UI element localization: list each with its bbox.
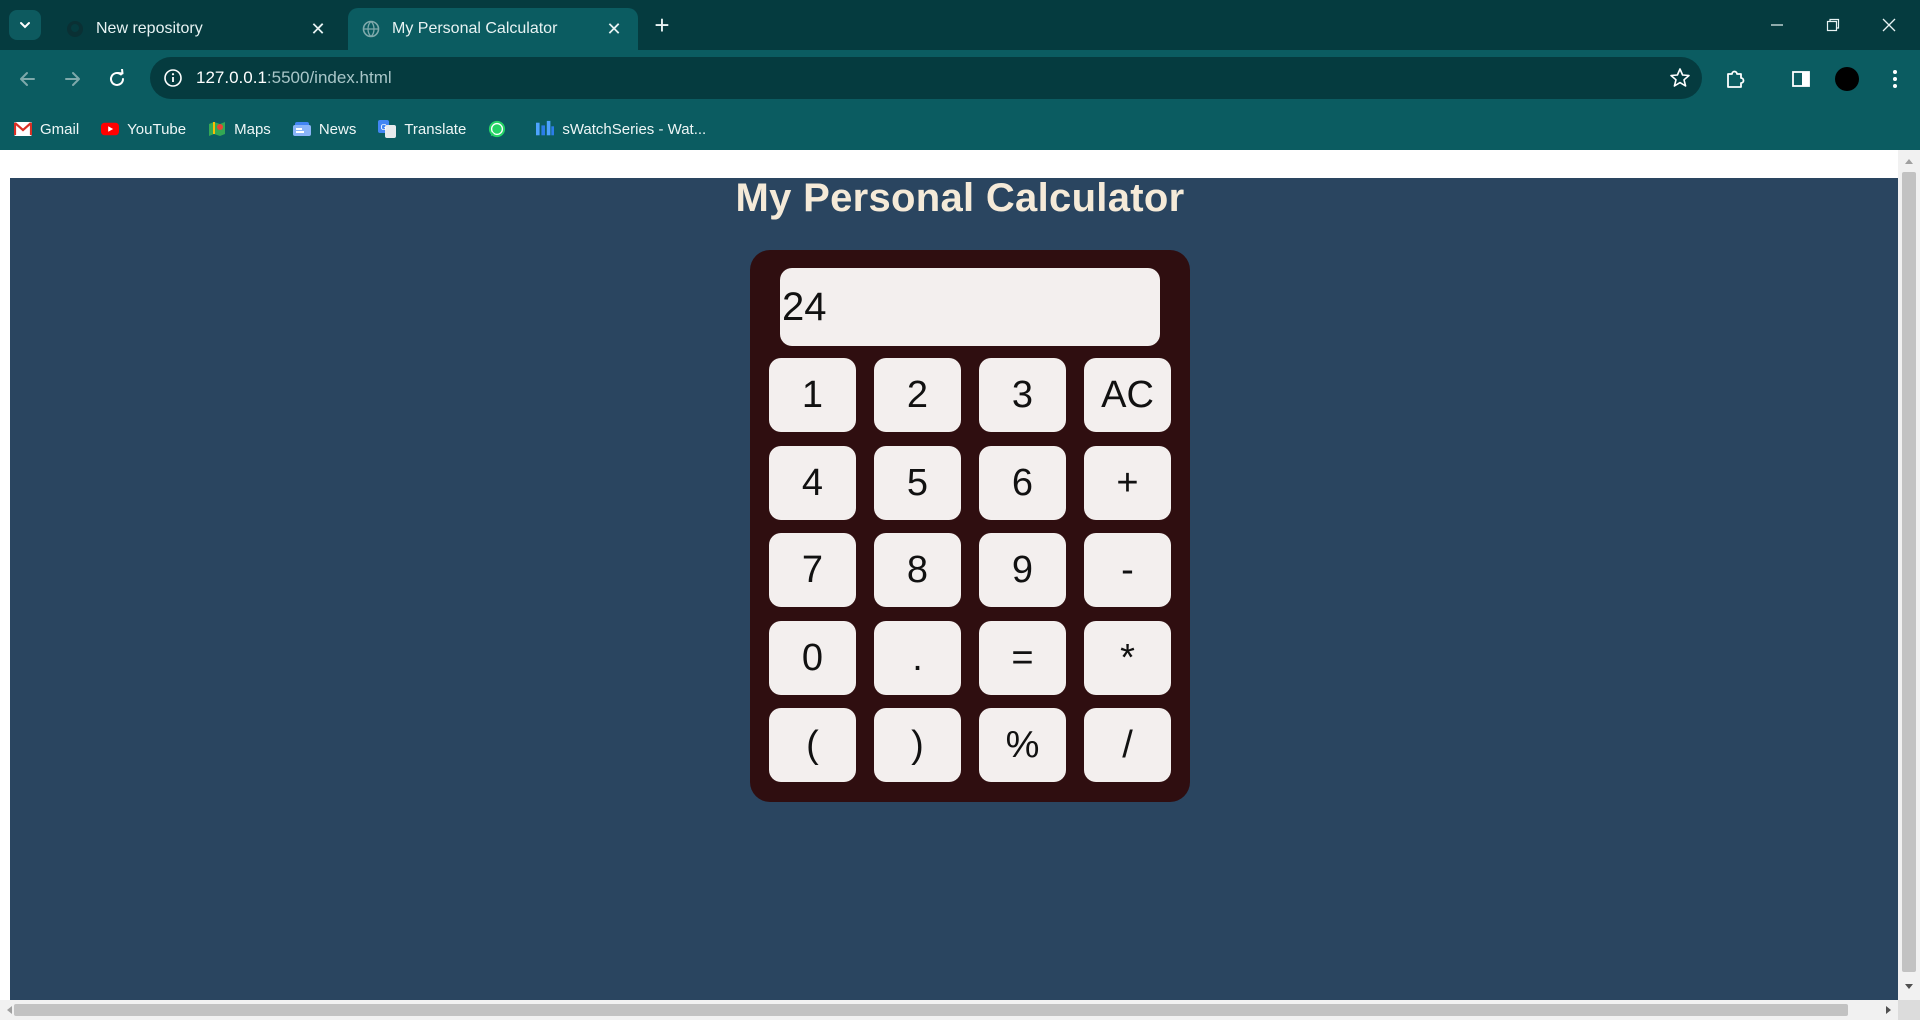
arrow-right-icon — [65, 72, 80, 86]
scroll-up-icon[interactable] — [1902, 154, 1916, 168]
key-plus[interactable]: + — [1084, 446, 1171, 520]
bookmark-news[interactable]: News — [292, 120, 357, 138]
reload-button[interactable] — [101, 63, 133, 95]
tab-search-button[interactable] — [9, 10, 41, 40]
key-decimal[interactable]: . — [874, 621, 961, 695]
browser-toolbar: 127.0.0.1:5500/index.html — [0, 50, 1920, 108]
key-9[interactable]: 9 — [979, 533, 1066, 607]
youtube-icon — [101, 120, 120, 138]
calculator: 24 1 2 3 AC 4 5 6 + 7 8 9 - 0 . = * ( ) … — [750, 250, 1190, 802]
forward-button[interactable] — [56, 63, 88, 95]
new-tab-button[interactable]: + — [648, 12, 676, 40]
svg-text:G: G — [381, 123, 387, 132]
site-info-icon[interactable] — [162, 67, 184, 89]
key-3[interactable]: 3 — [979, 358, 1066, 432]
tab-new-repository[interactable]: New repository ✕ — [52, 8, 342, 50]
bookmark-label: Maps — [234, 120, 271, 138]
scroll-right-icon[interactable] — [1882, 1003, 1896, 1017]
minimize-button[interactable] — [1754, 8, 1800, 42]
github-icon — [66, 20, 84, 38]
gmail-icon — [14, 120, 32, 138]
swatchseries-icon — [536, 120, 555, 138]
restore-button[interactable] — [1810, 8, 1856, 42]
key-5[interactable]: 5 — [874, 446, 961, 520]
tab-title: New repository — [96, 20, 203, 37]
bookmark-star-icon[interactable] — [1668, 66, 1692, 90]
calculator-display[interactable]: 24 — [780, 268, 1160, 346]
news-icon — [292, 120, 311, 138]
chevron-down-icon — [20, 22, 30, 29]
bookmark-label: Translate — [404, 120, 467, 138]
horizontal-scrollbar-thumb[interactable] — [14, 1004, 1848, 1016]
globe-icon — [362, 20, 380, 38]
page-viewport: My Personal Calculator 24 1 2 3 AC 4 5 6… — [0, 150, 1920, 1020]
puzzle-icon — [1727, 70, 1745, 88]
close-window-button[interactable] — [1866, 8, 1912, 42]
scroll-down-icon[interactable] — [1902, 980, 1916, 994]
maps-icon — [208, 120, 226, 138]
key-6[interactable]: 6 — [979, 446, 1066, 520]
key-minus[interactable]: - — [1084, 533, 1171, 607]
bookmark-maps[interactable]: Maps — [208, 120, 271, 138]
key-7[interactable]: 7 — [769, 533, 856, 607]
tab-title: My Personal Calculator — [392, 20, 558, 37]
bookmarks-bar: Gmail YouTube Maps News G Translate sWat… — [0, 108, 1920, 150]
tab-my-personal-calculator[interactable]: My Personal Calculator ✕ — [348, 8, 638, 50]
key-close-paren[interactable]: ) — [874, 708, 961, 782]
scrollbar-corner — [1898, 1000, 1920, 1020]
arrow-left-icon — [20, 72, 35, 86]
close-icon — [1882, 18, 1896, 32]
minimize-icon — [1771, 24, 1783, 26]
more-vertical-icon — [1893, 70, 1897, 88]
page-title: My Personal Calculator — [735, 176, 1185, 220]
url-host: 127.0.0.1 — [196, 68, 267, 87]
side-panel-icon — [1792, 71, 1810, 87]
key-equals[interactable]: = — [979, 621, 1066, 695]
bookmark-gmail[interactable]: Gmail — [14, 120, 79, 138]
vertical-scrollbar-thumb[interactable] — [1902, 172, 1916, 972]
bookmark-whatsapp[interactable] — [488, 120, 514, 138]
translate-icon: G — [378, 120, 397, 138]
key-2[interactable]: 2 — [874, 358, 961, 432]
key-open-paren[interactable]: ( — [769, 708, 856, 782]
key-0[interactable]: 0 — [769, 621, 856, 695]
horizontal-scrollbar[interactable] — [0, 1000, 1898, 1020]
side-panel-button[interactable] — [1786, 64, 1816, 94]
url-text: 127.0.0.1:5500/index.html — [196, 68, 392, 88]
key-8[interactable]: 8 — [874, 533, 961, 607]
bookmark-label: Gmail — [40, 120, 80, 138]
bookmark-label: sWatchSeries - Wat... — [562, 120, 707, 138]
address-bar[interactable]: 127.0.0.1:5500/index.html — [150, 57, 1702, 99]
bookmark-label: YouTube — [127, 120, 187, 138]
bookmark-swatchseries[interactable]: sWatchSeries - Wat... — [536, 120, 706, 138]
close-icon[interactable]: ✕ — [602, 17, 626, 41]
url-path: :5500/index.html — [266, 68, 392, 87]
menu-button[interactable] — [1880, 64, 1910, 94]
key-all-clear[interactable]: AC — [1084, 358, 1171, 432]
whatsapp-icon — [488, 120, 506, 138]
bookmark-youtube[interactable]: YouTube — [101, 120, 186, 138]
bookmark-translate[interactable]: G Translate — [378, 120, 466, 138]
key-percent[interactable]: % — [979, 708, 1066, 782]
bookmark-label: News — [318, 120, 357, 138]
profile-avatar[interactable] — [1832, 64, 1862, 94]
key-1[interactable]: 1 — [769, 358, 856, 432]
restore-icon — [1826, 18, 1840, 32]
key-multiply[interactable]: * — [1084, 621, 1171, 695]
vertical-scrollbar[interactable] — [1898, 150, 1920, 1000]
key-4[interactable]: 4 — [769, 446, 856, 520]
browser-titlebar: New repository ✕ My Personal Calculator … — [0, 0, 1920, 50]
back-button[interactable] — [12, 63, 44, 95]
extensions-button[interactable] — [1720, 64, 1750, 94]
close-icon[interactable]: ✕ — [306, 17, 330, 41]
avatar-icon — [1835, 67, 1859, 91]
reload-icon — [110, 69, 124, 86]
key-divide[interactable]: / — [1084, 708, 1171, 782]
